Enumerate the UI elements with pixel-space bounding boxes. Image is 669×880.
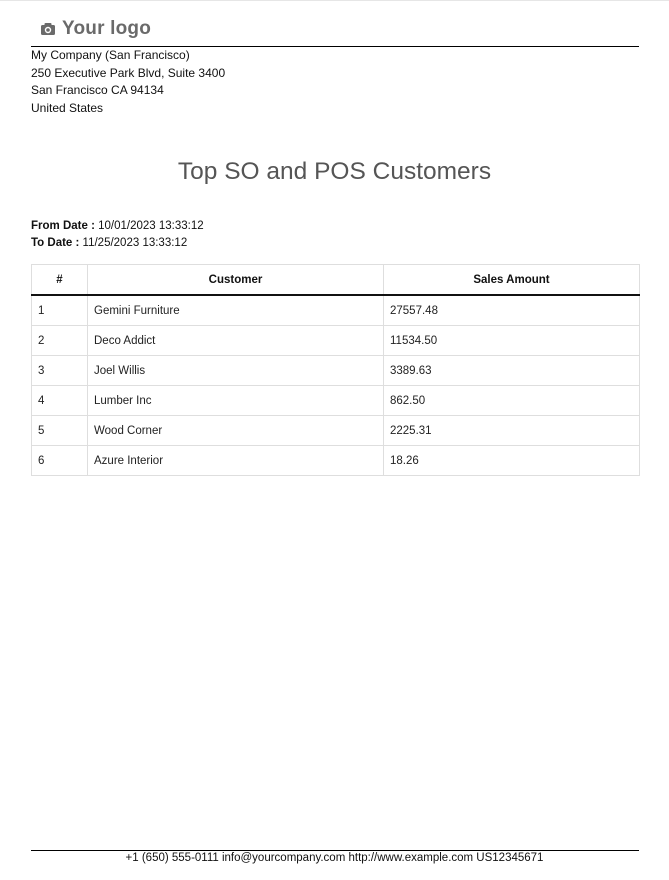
table-row: 2 Deco Addict 11534.50 xyxy=(31,325,640,356)
report-title: Top SO and POS Customers xyxy=(177,158,492,185)
table-header-row: # Customer Sales Amount xyxy=(31,264,640,296)
logo-text: Your logo xyxy=(62,18,152,39)
table-row: 1 Gemini Furniture 27557.48 xyxy=(31,294,640,326)
from-date-value: 10/01/2023 13:33:12 xyxy=(98,220,204,232)
table-row: 5 Wood Corner 2225.31 xyxy=(31,415,640,446)
row-number: 2 xyxy=(31,325,88,356)
sales-amount: 11534.50 xyxy=(383,325,640,356)
column-header-number: # xyxy=(31,264,88,296)
row-number: 6 xyxy=(31,445,88,476)
camera-icon xyxy=(40,21,56,37)
sales-amount: 3389.63 xyxy=(383,355,640,386)
row-number: 1 xyxy=(31,294,88,326)
customer-name: Joel Willis xyxy=(87,355,384,386)
sales-amount: 18.26 xyxy=(383,445,640,476)
footer-contact-info: +1 (650) 555-0111 info@yourcompany.com h… xyxy=(125,852,544,864)
from-date-label: From Date : xyxy=(31,220,95,232)
report-date-range: From Date : 10/01/2023 13:33:12 To Date … xyxy=(31,218,204,252)
company-city: San Francisco CA 94134 xyxy=(31,83,164,97)
company-logo: Your logo xyxy=(40,18,151,40)
customer-name: Wood Corner xyxy=(87,415,384,446)
company-street: 250 Executive Park Blvd, Suite 3400 xyxy=(31,65,226,80)
row-number: 3 xyxy=(31,355,88,386)
customer-name: Azure Interior xyxy=(87,445,384,476)
sales-amount: 862.50 xyxy=(383,385,640,416)
page-top-edge xyxy=(0,0,669,1)
customer-name: Gemini Furniture xyxy=(87,294,384,326)
row-number: 5 xyxy=(31,415,88,446)
column-header-customer: Customer xyxy=(87,264,384,296)
table-row: 6 Azure Interior 18.26 xyxy=(31,445,640,476)
company-name: My Company (San Francisco) xyxy=(31,48,190,62)
column-header-sales-amount: Sales Amount xyxy=(383,264,640,296)
to-date-value: 11/25/2023 13:33:12 xyxy=(82,237,188,249)
table-row: 3 Joel Willis 3389.63 xyxy=(31,355,640,386)
customer-name: Deco Addict xyxy=(87,325,384,356)
row-number: 4 xyxy=(31,385,88,416)
sales-amount: 2225.31 xyxy=(383,415,640,446)
to-date-line: To Date : 11/25/2023 13:33:12 xyxy=(31,235,204,252)
company-address: My Company (San Francisco) 250 Executive… xyxy=(31,47,225,117)
sales-amount: 27557.48 xyxy=(383,294,640,326)
to-date-label: To Date : xyxy=(31,237,80,249)
customers-table: # Customer Sales Amount 1 Gemini Furnitu… xyxy=(31,264,640,476)
from-date-line: From Date : 10/01/2023 13:33:12 xyxy=(31,218,204,235)
footer-divider xyxy=(31,850,639,851)
table-row: 4 Lumber Inc 862.50 xyxy=(31,385,640,416)
customer-name: Lumber Inc xyxy=(87,385,384,416)
company-country: United States xyxy=(31,100,104,115)
